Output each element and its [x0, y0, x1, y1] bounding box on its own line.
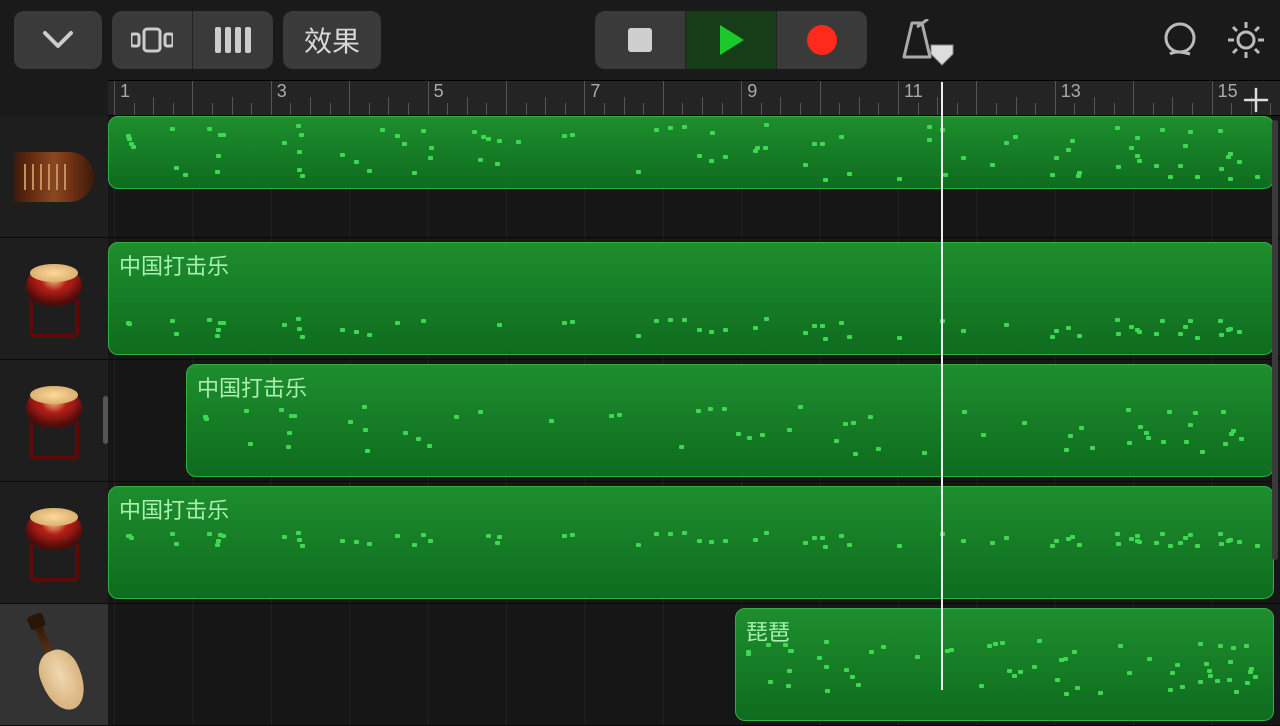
track-row — [0, 116, 1280, 238]
midi-region[interactable]: 琵琶 — [735, 608, 1274, 721]
ruler-bar-label: 13 — [1061, 81, 1081, 102]
track-header[interactable] — [0, 238, 108, 359]
drum-icon — [23, 504, 85, 582]
track-row: 琵琶 — [0, 604, 1280, 726]
ruler-bar-label: 9 — [747, 81, 757, 102]
gear-icon — [1226, 20, 1266, 60]
drum-icon — [23, 382, 85, 460]
track-row: 中国打击乐 — [0, 360, 1280, 482]
play-icon — [714, 23, 748, 57]
track-view-button[interactable] — [112, 11, 192, 69]
vertical-scrollbar[interactable] — [1272, 120, 1278, 560]
ruler-bar-label: 3 — [277, 81, 287, 102]
track-lane[interactable]: 琵琶 — [108, 604, 1280, 725]
midi-notes — [187, 365, 1273, 476]
loop-icon — [1160, 20, 1200, 60]
track-header-resize-handle[interactable] — [103, 396, 108, 444]
track-row: 中国打击乐 — [0, 238, 1280, 360]
toolbar-right — [1160, 20, 1266, 60]
midi-notes — [109, 487, 1273, 598]
track-header[interactable] — [0, 482, 108, 603]
track-area: 中国打击乐 中国打击乐 中国打击乐 — [0, 116, 1280, 690]
midi-region[interactable]: 中国打击乐 — [186, 364, 1274, 477]
stop-button[interactable] — [595, 11, 685, 69]
track-row: 中国打击乐 — [0, 482, 1280, 604]
ruler-bar-label: 5 — [434, 81, 444, 102]
midi-region[interactable] — [108, 116, 1274, 189]
midi-notes — [109, 117, 1273, 188]
add-track-button[interactable] — [1236, 82, 1276, 118]
ruler-bar-label: 15 — [1218, 81, 1238, 102]
play-button[interactable] — [686, 11, 776, 69]
sliders-icon — [213, 25, 253, 55]
ruler-bar-label: 1 — [120, 81, 130, 102]
effects-button[interactable]: 效果 — [283, 11, 381, 69]
transport-controls — [595, 11, 867, 69]
timeline-ruler[interactable]: 13579111315 — [108, 80, 1280, 116]
pipa-icon — [16, 612, 93, 717]
toolbar: 效果 — [0, 0, 1280, 80]
settings-button[interactable] — [1226, 20, 1266, 60]
playhead-marker[interactable] — [930, 44, 954, 64]
midi-notes — [109, 243, 1273, 354]
track-lane[interactable]: 中国打击乐 — [108, 238, 1280, 359]
track-lane[interactable]: 中国打击乐 — [108, 482, 1280, 603]
strings-icon — [14, 152, 94, 202]
track-lane[interactable]: 中国打击乐 — [108, 360, 1280, 481]
plus-icon — [1243, 87, 1269, 113]
record-icon — [805, 23, 839, 57]
track-header[interactable] — [0, 116, 108, 237]
ruler-bar-label: 11 — [904, 81, 923, 102]
midi-region[interactable]: 中国打击乐 — [108, 242, 1274, 355]
stop-icon — [626, 26, 654, 54]
track-lane[interactable] — [108, 116, 1280, 237]
effects-label: 效果 — [304, 20, 360, 60]
track-header[interactable] — [0, 604, 108, 725]
instrument-picker-button[interactable] — [14, 11, 102, 69]
track-blocks-icon — [131, 26, 173, 54]
ruler-bar-label: 7 — [590, 81, 600, 102]
view-mode-toggle — [112, 11, 273, 69]
record-button[interactable] — [777, 11, 867, 69]
drum-icon — [23, 260, 85, 338]
track-header[interactable] — [0, 360, 108, 481]
mixer-view-button[interactable] — [193, 11, 273, 69]
loop-button[interactable] — [1160, 20, 1200, 60]
midi-region[interactable]: 中国打击乐 — [108, 486, 1274, 599]
midi-notes — [736, 609, 1273, 720]
playhead-triangle-icon — [930, 44, 954, 66]
chevron-down-icon — [42, 30, 74, 50]
